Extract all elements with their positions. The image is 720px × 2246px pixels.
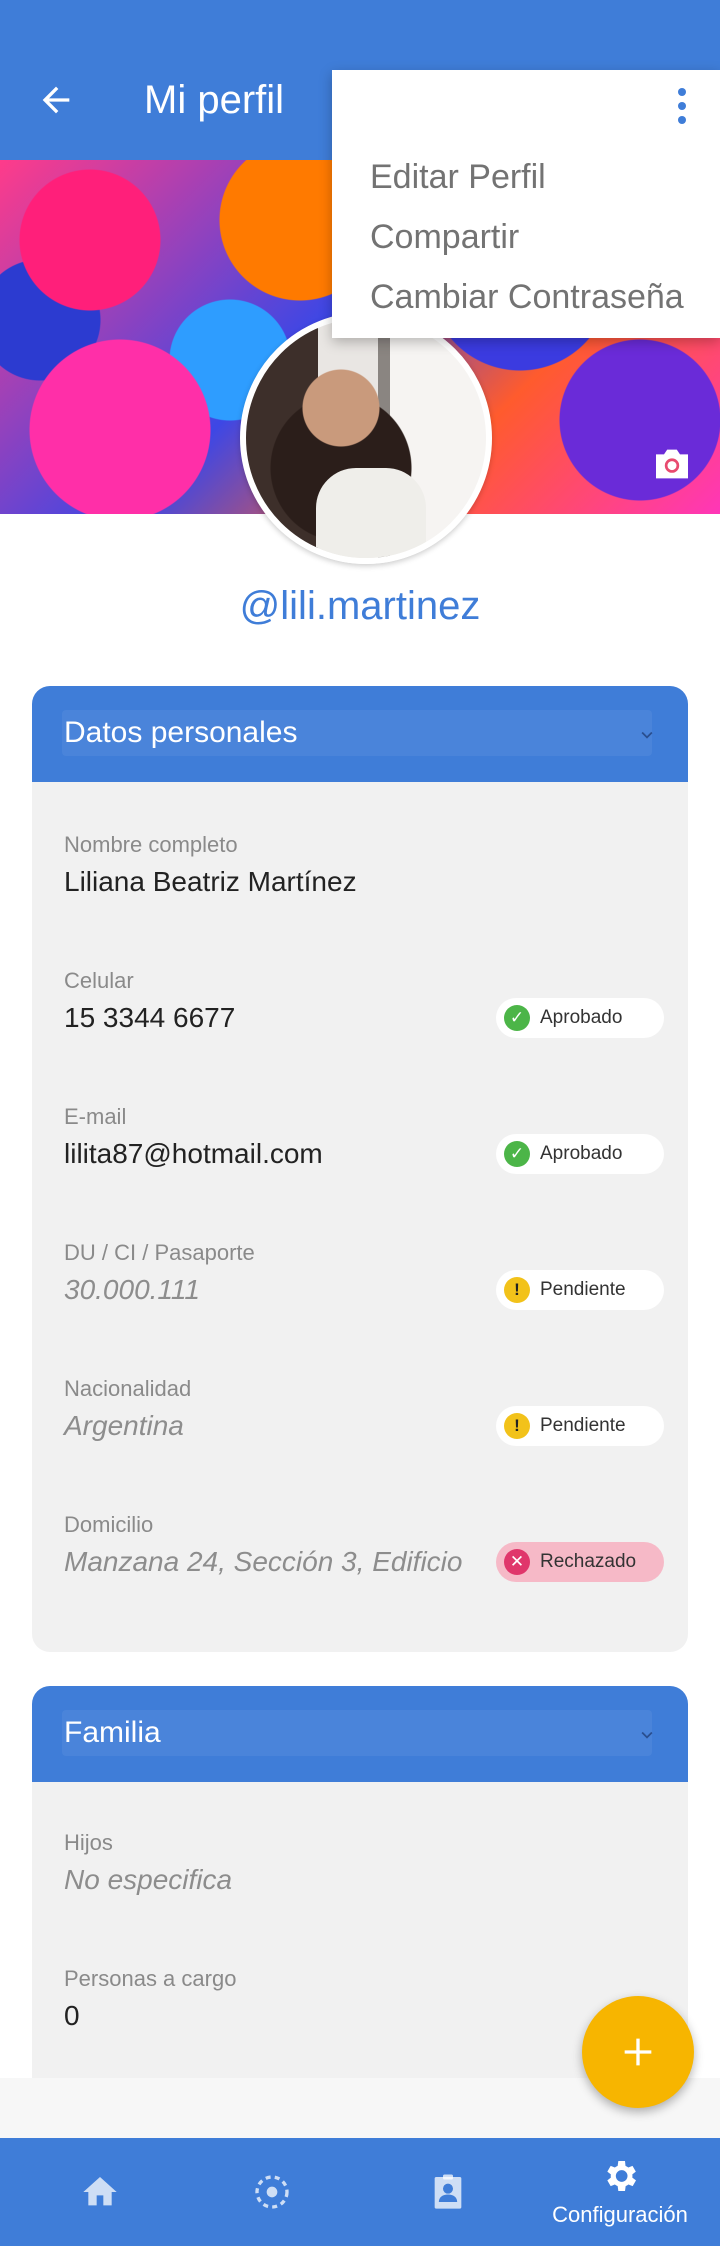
overflow-menu: Editar Perfil Compartir Cambiar Contrase… <box>332 70 720 338</box>
close-icon: ✕ <box>504 1549 530 1575</box>
camera-icon[interactable] <box>652 448 692 480</box>
nav-item-home[interactable] <box>28 2138 172 2246</box>
menu-item-change-password[interactable]: Cambiar Contraseña <box>370 278 684 317</box>
field-value: No especifica <box>64 1864 233 1895</box>
status-badge: ! Pendiente <box>496 1406 664 1446</box>
field-label: E-mail <box>64 1104 127 1129</box>
chevron-down-icon <box>641 731 653 739</box>
status-badge: ✕ Rechazado <box>496 1542 664 1582</box>
field-dependents: Personas a cargo 0 <box>64 1966 664 2031</box>
status-label: Aprobado <box>540 1007 623 1028</box>
field-label: DU / CI / Pasaporte <box>64 1240 255 1265</box>
field-label: Nacionalidad <box>64 1376 192 1401</box>
field-label: Hijos <box>64 1830 113 1855</box>
nav-item-target[interactable] <box>200 2138 344 2246</box>
menu-item-share[interactable]: Compartir <box>370 218 519 257</box>
gear-icon <box>607 2161 636 2191</box>
field-children: Hijos No especifica <box>64 1830 664 1895</box>
plus-icon <box>624 2038 652 2066</box>
username: @lili.martinez <box>239 584 481 628</box>
contact-icon <box>434 2174 462 2209</box>
menu-item-edit-profile[interactable]: Editar Perfil <box>370 158 546 197</box>
target-icon <box>255 2175 289 2209</box>
avatar[interactable] <box>240 312 492 564</box>
field-document: DU / CI / Pasaporte 30.000.111 ! Pendien… <box>64 1240 664 1310</box>
back-button[interactable] <box>28 72 84 128</box>
nav-item-settings[interactable]: Configuración <box>548 2138 692 2246</box>
status-badge: ! Pendiente <box>496 1270 664 1310</box>
status-label: Pendiente <box>540 1415 626 1436</box>
family-header[interactable]: Familia <box>32 1686 688 1782</box>
nav-item-contacts[interactable] <box>376 2138 520 2246</box>
field-value: 30.000.111 <box>64 1274 200 1305</box>
personal-data-header[interactable]: Datos personales <box>32 686 688 782</box>
status-badge: ✓ Aprobado <box>496 998 664 1038</box>
personal-data-title: Datos personales <box>64 716 298 749</box>
family-title: Familia <box>64 1716 161 1749</box>
field-value: Argentina <box>64 1410 184 1441</box>
page-title: Mi perfil <box>144 78 285 122</box>
status-label: Pendiente <box>540 1279 626 1300</box>
field-phone: Celular 15 3344 6677 ✓ Aprobado <box>64 968 664 1038</box>
field-label: Domicilio <box>64 1512 154 1537</box>
personal-data-card: Datos personales Nombre completo Liliana… <box>32 686 688 1652</box>
field-label: Personas a cargo <box>64 1966 237 1991</box>
home-icon <box>83 2177 117 2206</box>
field-value: lilita87@hotmail.com <box>64 1138 323 1169</box>
status-label: Rechazado <box>540 1551 637 1572</box>
alert-icon: ! <box>504 1413 530 1439</box>
field-label: Celular <box>64 968 134 993</box>
field-value: 0 <box>64 2000 80 2031</box>
status-badge: ✓ Aprobado <box>496 1134 664 1174</box>
nav-item-label: Configuración <box>552 2202 688 2227</box>
status-label: Aprobado <box>540 1143 623 1164</box>
more-vert-icon[interactable] <box>674 88 690 128</box>
avatar-shirt <box>316 468 426 558</box>
field-value: 15 3344 6677 <box>64 1002 236 1033</box>
bottom-nav: Configuración <box>0 2138 720 2246</box>
field-nationality: Nacionalidad Argentina ! Pendiente <box>64 1376 664 1446</box>
check-icon: ✓ <box>504 1005 530 1031</box>
check-icon: ✓ <box>504 1141 530 1167</box>
field-full-name: Nombre completo Liliana Beatriz Martínez <box>64 832 664 897</box>
field-value: Liliana Beatriz Martínez <box>64 866 357 897</box>
field-value: Manzana 24, Sección 3, Edificio <box>64 1546 463 1577</box>
field-label: Nombre completo <box>64 832 238 857</box>
field-email: E-mail lilita87@hotmail.com ✓ Aprobado <box>64 1104 664 1174</box>
add-button[interactable] <box>582 1996 694 2108</box>
chevron-down-icon <box>641 1731 653 1739</box>
arrow-left-icon <box>42 86 70 114</box>
field-address: Domicilio Manzana 24, Sección 3, Edifici… <box>64 1512 664 1582</box>
alert-icon: ! <box>504 1277 530 1303</box>
